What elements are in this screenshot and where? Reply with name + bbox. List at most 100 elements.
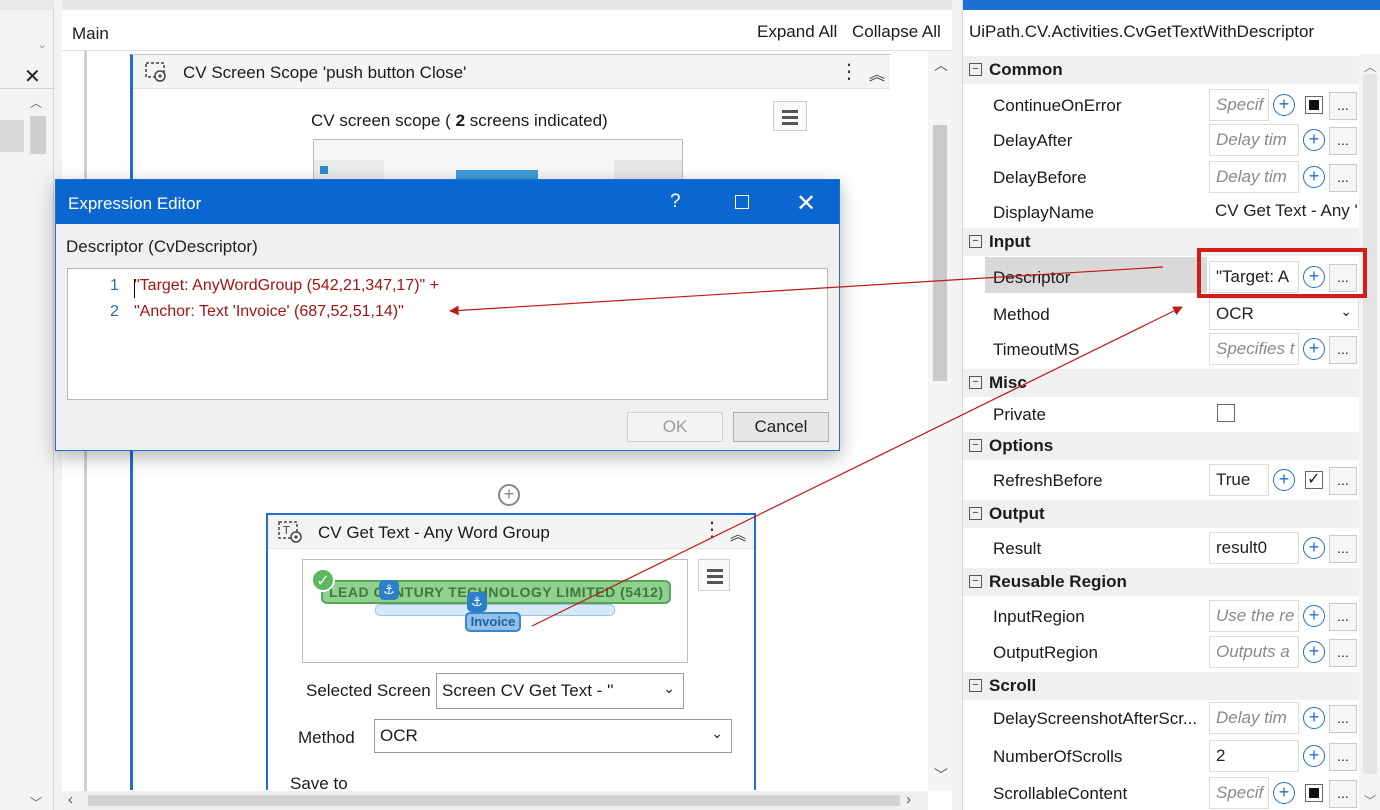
add-activity-icon[interactable]: + xyxy=(498,484,520,506)
checked-checkbox[interactable]: ✓ xyxy=(1305,471,1323,489)
code-line[interactable]: "Anchor: Text 'Invoice' (687,52,51,14)" xyxy=(134,303,404,321)
category-output[interactable]: − Output xyxy=(963,500,1359,528)
close-icon[interactable]: ✕ xyxy=(796,189,816,218)
property-row-displayname[interactable]: DisplayName CV Get Text - Any ' xyxy=(963,194,1359,230)
collapse-toggle-icon[interactable]: − xyxy=(969,575,982,588)
left-panel-selected-item[interactable] xyxy=(0,120,24,152)
private-checkbox[interactable] xyxy=(1217,404,1235,422)
property-row-scrollablecontent[interactable]: ScrollableContent Specif +... xyxy=(963,775,1359,810)
property-value[interactable]: 2 xyxy=(1209,740,1299,772)
collapse-all-button[interactable]: Collapse All xyxy=(852,22,941,42)
scroll-up-icon[interactable]: ︿ xyxy=(934,55,948,75)
ellipsis-button[interactable]: ... xyxy=(1329,127,1357,155)
property-value[interactable]: "Target: A xyxy=(1209,261,1299,293)
add-variable-icon[interactable]: + xyxy=(1273,782,1295,804)
more-options-icon[interactable]: ⋮ xyxy=(839,59,859,84)
property-row-result[interactable]: Result result0 +... xyxy=(963,530,1359,566)
add-variable-icon[interactable]: + xyxy=(1303,641,1325,663)
designer-vertical-scrollbar[interactable]: ︿ ﹀ xyxy=(928,51,952,791)
scroll-left-icon[interactable]: ‹ xyxy=(68,791,73,808)
help-icon[interactable]: ? xyxy=(670,191,681,213)
category-misc[interactable]: − Misc xyxy=(963,369,1359,397)
method-dropdown[interactable]: OCR ⌄ xyxy=(374,719,732,753)
collapse-toggle-icon[interactable]: − xyxy=(969,439,982,452)
ellipsis-button[interactable]: ... xyxy=(1329,467,1357,495)
add-variable-icon[interactable]: + xyxy=(1303,129,1325,151)
ellipsis-button[interactable]: ... xyxy=(1329,535,1357,563)
add-variable-icon[interactable]: + xyxy=(1273,94,1295,116)
properties-scrollbar[interactable]: ︿ ﹀ xyxy=(1359,54,1380,810)
code-line[interactable]: "Target: AnyWordGroup (542,21,347,17)" + xyxy=(134,277,439,295)
ellipsis-button[interactable]: ... xyxy=(1329,639,1357,667)
property-value[interactable]: Outputs a xyxy=(1209,636,1299,668)
cancel-button[interactable]: Cancel xyxy=(733,412,829,442)
collapse-toggle-icon[interactable]: − xyxy=(969,63,982,76)
category-input[interactable]: − Input xyxy=(963,228,1359,256)
ellipsis-button[interactable]: ... xyxy=(1329,705,1357,733)
dropdown-arrow-icon[interactable]: ⌄ xyxy=(38,40,46,51)
close-icon[interactable]: ✕ xyxy=(24,64,41,89)
scroll-down-icon[interactable]: ﹀ xyxy=(1364,792,1376,809)
property-value[interactable]: CV Get Text - Any ' xyxy=(1209,196,1359,228)
ok-button[interactable]: OK xyxy=(627,412,723,442)
property-row-inputregion[interactable]: InputRegion Use the re +... xyxy=(963,598,1359,634)
category-common[interactable]: − Common xyxy=(963,56,1359,84)
scroll-down-icon[interactable]: ﹀ xyxy=(30,794,42,810)
left-panel-scrollbar-thumb[interactable] xyxy=(30,116,46,154)
property-row-delaybefore[interactable]: DelayBefore Delay tim +... xyxy=(963,159,1359,195)
expand-all-button[interactable]: Expand All xyxy=(757,22,837,42)
property-row-numberofscrolls[interactable]: NumberOfScrolls 2 +... xyxy=(963,738,1359,774)
cv-get-text-activity[interactable]: T CV Get Text - Any Word Group ⋮ ︽ LEAD … xyxy=(266,513,756,793)
property-row-delayafter[interactable]: DelayAfter Delay tim +... xyxy=(963,122,1359,158)
property-value[interactable]: Specif xyxy=(1209,777,1269,809)
property-value[interactable]: Delay tim xyxy=(1209,161,1299,193)
maximize-icon[interactable] xyxy=(735,195,749,209)
ellipsis-button[interactable]: ... xyxy=(1329,164,1357,192)
ellipsis-button[interactable]: ... xyxy=(1329,780,1357,808)
add-variable-icon[interactable]: + xyxy=(1303,605,1325,627)
property-row-private[interactable]: Private xyxy=(963,396,1359,432)
collapse-icon[interactable]: ︽ xyxy=(869,61,885,85)
scrollbar-thumb[interactable] xyxy=(88,795,900,806)
category-options[interactable]: − Options xyxy=(963,432,1359,460)
ellipsis-button[interactable]: ... xyxy=(1329,743,1357,771)
property-row-timeoutms[interactable]: TimeoutMS Specifies t +... xyxy=(963,331,1359,367)
property-value[interactable]: Delay tim xyxy=(1209,702,1299,734)
property-value[interactable]: result0 xyxy=(1209,532,1299,564)
scrollbar-thumb[interactable] xyxy=(933,125,947,381)
collapse-icon[interactable]: ︽ xyxy=(730,521,746,545)
add-variable-icon[interactable]: + xyxy=(1303,707,1325,729)
ellipsis-button[interactable]: ... xyxy=(1329,264,1357,292)
color-swatch-icon[interactable] xyxy=(1305,96,1323,114)
scroll-up-icon[interactable]: ︿ xyxy=(1364,58,1376,75)
property-row-method[interactable]: Method OCR ⌄ xyxy=(963,296,1359,332)
property-value[interactable]: Specif xyxy=(1209,89,1269,121)
property-value[interactable]: Use the re xyxy=(1209,600,1299,632)
add-variable-icon[interactable]: + xyxy=(1303,166,1325,188)
property-row-descriptor[interactable]: Descriptor "Target: A +... xyxy=(963,259,1359,295)
property-row-outputregion[interactable]: OutputRegion Outputs a +... xyxy=(963,634,1359,670)
scroll-right-icon[interactable]: › xyxy=(906,791,911,808)
activity-menu-button[interactable] xyxy=(698,559,730,591)
scope-menu-button[interactable] xyxy=(773,101,807,131)
ellipsis-button[interactable]: ... xyxy=(1329,336,1357,364)
collapse-toggle-icon[interactable]: − xyxy=(969,679,982,692)
property-row-continueonerror[interactable]: ContinueOnError Specif +... xyxy=(963,87,1359,123)
add-variable-icon[interactable]: + xyxy=(1273,469,1295,491)
scrollbar-thumb[interactable] xyxy=(1363,74,1377,774)
category-reusable-region[interactable]: − Reusable Region xyxy=(963,568,1359,596)
property-row-refreshbefore[interactable]: RefreshBefore True + ✓... xyxy=(963,462,1359,498)
activity-header[interactable]: CV Screen Scope 'push button Close' ⋮ ︽ xyxy=(133,55,890,89)
scroll-down-icon[interactable]: ﹀ xyxy=(934,765,948,785)
category-scroll[interactable]: − Scroll xyxy=(963,672,1359,700)
ellipsis-button[interactable]: ... xyxy=(1329,603,1357,631)
more-options-icon[interactable]: ⋮ xyxy=(702,517,722,542)
code-editor[interactable]: 1 "Target: AnyWordGroup (542,21,347,17)"… xyxy=(67,268,828,400)
collapse-toggle-icon[interactable]: − xyxy=(969,507,982,520)
selected-screen-dropdown[interactable]: Screen CV Get Text - '' ⌄ xyxy=(436,673,684,709)
add-variable-icon[interactable]: + xyxy=(1303,266,1325,288)
collapse-toggle-icon[interactable]: − xyxy=(969,235,982,248)
property-value[interactable]: Delay tim xyxy=(1209,124,1299,156)
add-variable-icon[interactable]: + xyxy=(1303,745,1325,767)
target-screenshot-thumbnail[interactable]: LEAD CENTURY TECHNOLOGY LIMITED (5412) I… xyxy=(302,559,688,663)
